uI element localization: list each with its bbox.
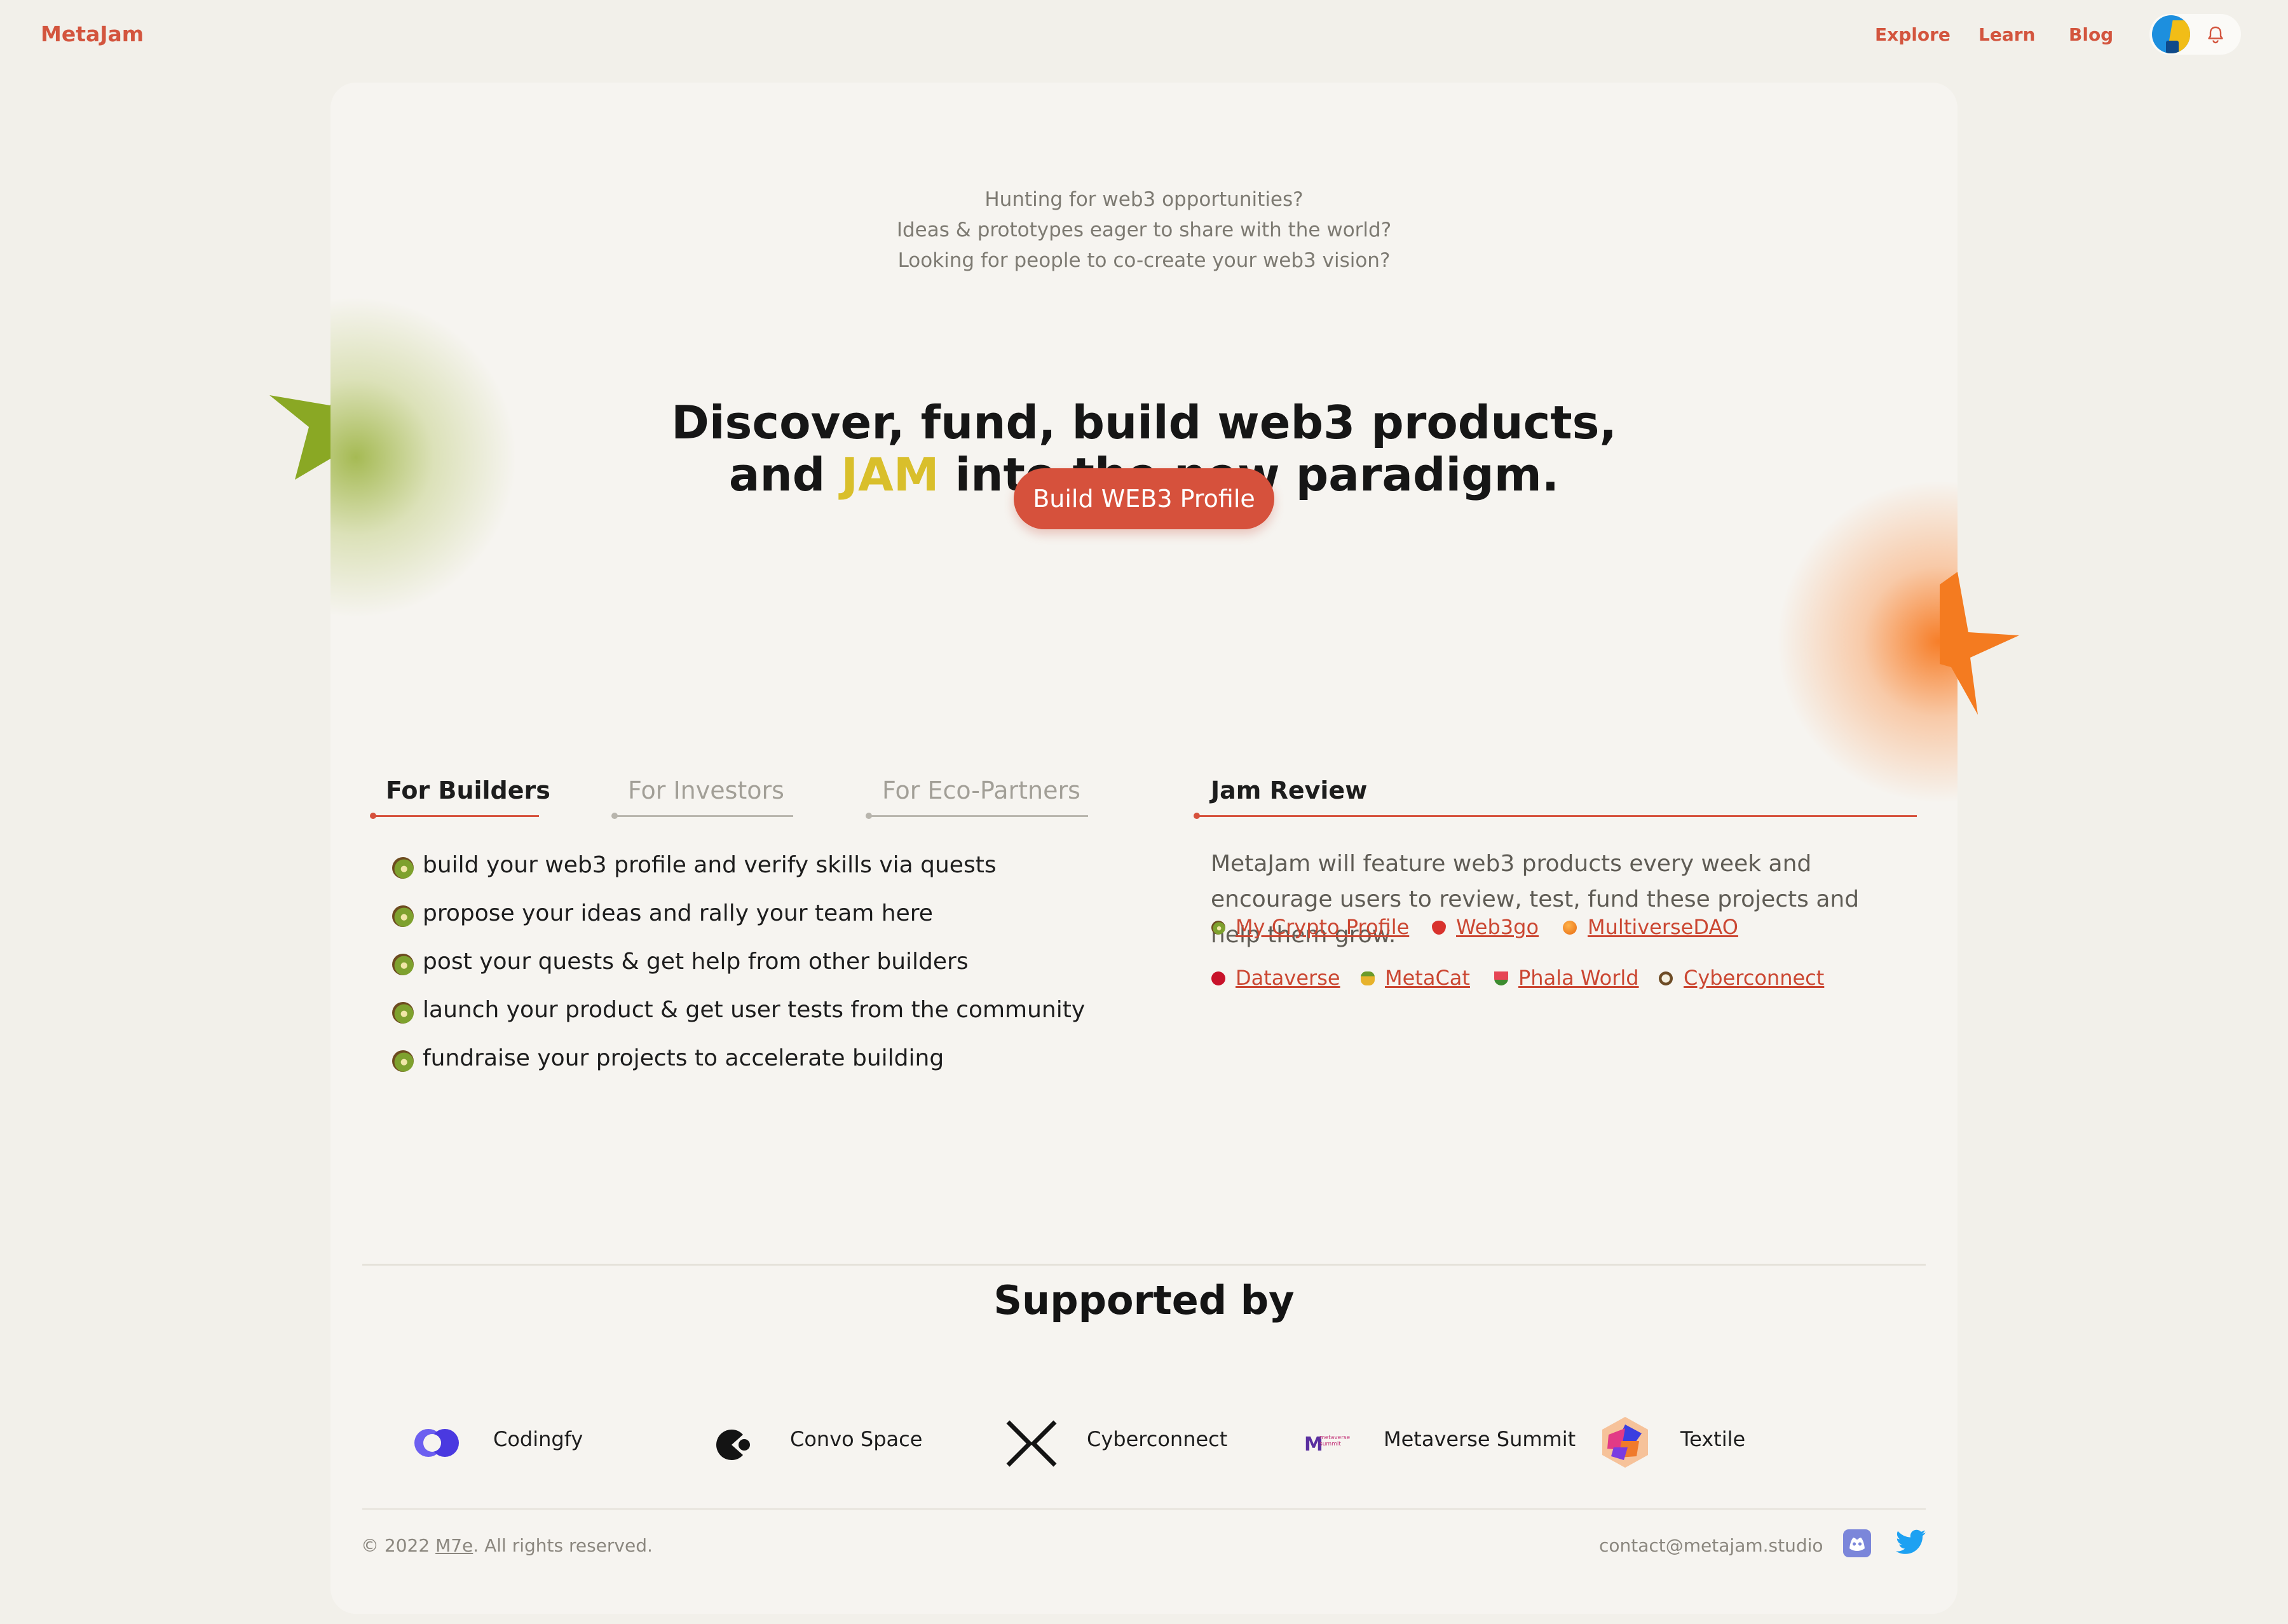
build-web3-profile-button[interactable]: Build WEB3 Profile — [1014, 468, 1274, 529]
headline-line-1: Discover, fund, build web3 products, — [671, 396, 1617, 449]
kiwi-icon — [392, 1002, 414, 1024]
sponsor-name-textile: Textile — [1680, 1427, 1746, 1451]
pineapple-icon — [1361, 971, 1375, 985]
project-link-my-crypto-profile[interactable]: My Crypto Profile — [1236, 915, 1409, 939]
footer-copyright: © 2022 M7e. All rights reserved. — [361, 1535, 653, 1556]
project-link-dataverse[interactable]: Dataverse — [1236, 966, 1340, 990]
project-link-metacat[interactable]: MetaCat — [1385, 966, 1470, 990]
project-link-web3go[interactable]: Web3go — [1456, 915, 1539, 939]
bell-icon[interactable] — [2205, 24, 2226, 44]
list-item: propose your ideas and rally your team h… — [391, 898, 1085, 946]
kiwi-icon — [1211, 921, 1225, 935]
project-link-phala-world[interactable]: Phala World — [1518, 966, 1639, 990]
list-item: fundraise your projects to accelerate bu… — [391, 1043, 1085, 1091]
orange-icon — [1563, 921, 1577, 935]
kiwi-icon — [392, 905, 414, 927]
project-link-multiversedao[interactable]: MultiverseDAO — [1588, 915, 1738, 939]
nav-learn[interactable]: Learn — [1978, 24, 2035, 45]
tab-underline-active — [370, 813, 539, 819]
textile-logo[interactable] — [1600, 1416, 1651, 1469]
codingfy-logo[interactable] — [413, 1427, 461, 1459]
top-navigation: MetaJam Explore Learn Blog — [0, 0, 2288, 71]
kiwi-icon — [392, 1050, 414, 1072]
list-item: launch your product & get user tests fro… — [391, 994, 1085, 1043]
tab-for-builders[interactable]: For Builders — [386, 776, 550, 804]
intro-line: Ideas & prototypes eager to share with t… — [896, 219, 1392, 241]
metajam-logo[interactable]: MetaJam — [41, 22, 144, 46]
tab-for-investors[interactable]: For Investors — [628, 776, 784, 804]
supported-divider — [362, 1264, 1926, 1265]
tab-underline — [611, 813, 793, 819]
watermelon-icon — [1494, 971, 1508, 985]
tab-underline — [866, 813, 1088, 819]
intro-line: Hunting for web3 opportunities? — [984, 188, 1304, 211]
headline-jam-highlight: JAM — [841, 448, 939, 501]
account-menu[interactable] — [2149, 14, 2241, 55]
twitter-icon[interactable] — [1895, 1529, 1927, 1557]
list-item: post your quests & get help from other b… — [391, 946, 1085, 994]
cherries-icon — [1211, 971, 1225, 985]
user-avatar[interactable] — [2152, 15, 2190, 53]
sponsor-name-convo-space: Convo Space — [790, 1427, 923, 1451]
jam-review-title: Jam Review — [1211, 776, 1368, 804]
main-panel: Hunting for web3 opportunities? Ideas & … — [330, 83, 1958, 1614]
orange-star-decoration — [1940, 572, 2019, 715]
sponsor-name-metaverse-summit: Metaverse Summit — [1384, 1427, 1576, 1451]
company-link[interactable]: M7e — [435, 1535, 473, 1556]
builder-benefits-list: build your web3 profile and verify skill… — [391, 849, 1085, 1091]
kiwi-icon — [392, 954, 414, 975]
footer-divider — [362, 1508, 1926, 1510]
supported-by-title: Supported by — [993, 1277, 1295, 1323]
sponsor-name-cyberconnect: Cyberconnect — [1087, 1427, 1228, 1451]
intro-line: Looking for people to co-create your web… — [897, 249, 1391, 272]
hero-intro: Hunting for web3 opportunities? Ideas & … — [330, 184, 1958, 276]
nav-blog[interactable]: Blog — [2069, 24, 2113, 45]
kiwi-icon — [392, 857, 414, 879]
nav-explore[interactable]: Explore — [1875, 24, 1951, 45]
contact-email-link[interactable]: contact@metajam.studio — [1599, 1535, 1823, 1556]
discord-icon[interactable] — [1842, 1529, 1872, 1558]
sponsor-name-codingfy: Codingfy — [493, 1427, 583, 1451]
convo-space-logo[interactable] — [714, 1427, 756, 1463]
cyberconnect-logo[interactable] — [1004, 1419, 1059, 1468]
tab-for-eco-partners[interactable]: For Eco-Partners — [882, 776, 1080, 804]
list-item: build your web3 profile and verify skill… — [391, 849, 1085, 898]
jam-review-underline — [1194, 813, 1917, 819]
project-link-cyberconnect[interactable]: Cyberconnect — [1684, 966, 1824, 990]
metaverse-summit-logo[interactable]: M metaverse summit — [1304, 1432, 1350, 1456]
coconut-icon — [1659, 971, 1673, 985]
orange-glow-decoration — [1760, 464, 1958, 820]
headline-and: and — [728, 448, 826, 501]
